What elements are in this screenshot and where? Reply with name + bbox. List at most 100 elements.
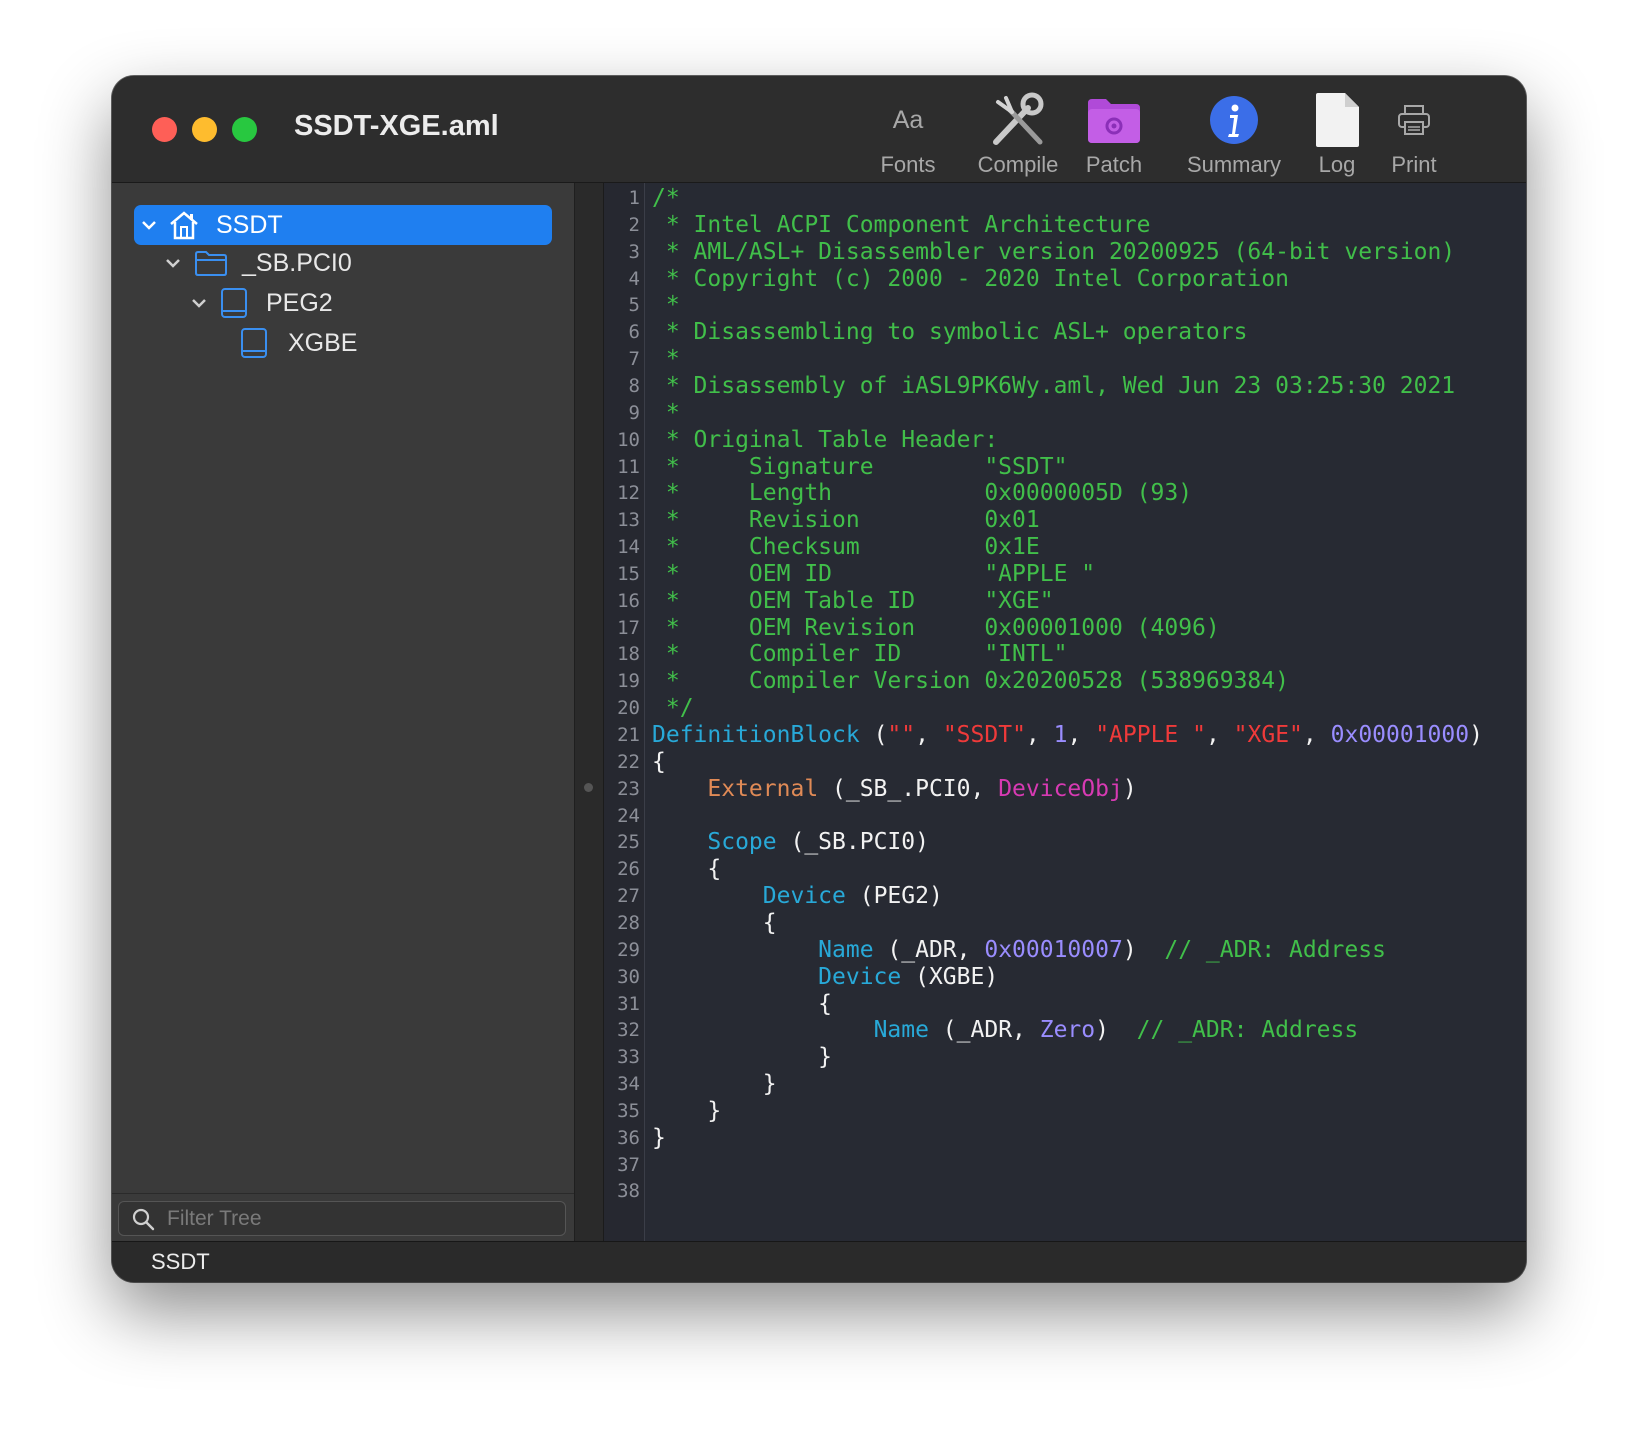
line-number: 1 [628,187,640,209]
code-line: * Intel ACPI Component Architecture [652,212,1151,238]
code-token: (_SB.PCI0) [776,829,929,856]
code-token: "SSDT" [942,722,1026,748]
tree-sidebar: SSDT _SB.PCI0 PEG2 XGBE Filter Tree [112,183,574,1242]
code-token: * Intel ACPI Component Architecture [652,211,1151,238]
code-line: * OEM Revision 0x00001000 (4096) [652,615,1220,641]
window-title: SSDT-XGE.aml [294,110,499,142]
code-token: 0x00010007 [984,936,1123,963]
print-button[interactable]: Print [1378,90,1450,178]
code-token: * Original Table Header: [652,426,999,453]
filter-tree-input[interactable] [165,1205,529,1232]
code-editor[interactable]: 1 2 3 4 5 6 7 8 9 10 11 12 13 14 15 16 17 18 19 20 21 22 23 24 2… [604,183,1526,1242]
drag-handle-icon[interactable] [584,783,593,792]
line-number: 5 [628,294,640,317]
tree-item-peg2[interactable]: PEG2 [188,283,333,323]
code-token: } [652,1124,666,1151]
split-view-handle[interactable] [575,183,604,1242]
code-token: * OEM Revision 0x00001000 (4096) [652,614,1220,641]
code-token: * Copyright (c) 2000 - 2020 Intel Corpor… [652,265,1289,292]
patch-button[interactable]: Patch [1078,90,1150,178]
code-line: /* [652,185,680,211]
code-line: * Copyright (c) 2000 - 2020 Intel Corpor… [652,266,1289,292]
code-line: * Disassembly of iASL9PK6Wy.aml, Wed Jun… [652,373,1455,399]
tree-item-label: _SB.PCI0 [242,248,352,277]
code-token: * Disassembling to symbolic ASL+ operato… [652,319,1248,346]
code-token: } [652,1097,722,1124]
chevron-down-icon[interactable] [138,220,160,230]
line-number: 19 [617,670,640,693]
code-token: External [707,775,819,802]
code-token: Name [873,1017,929,1044]
line-number-gutter: 1 2 3 4 5 6 7 8 9 10 11 12 13 14 15 16 17 18 19 20 21 22 23 24 2… [604,183,645,1242]
minimize-button[interactable] [192,117,217,142]
divider [112,1193,574,1194]
chevron-down-icon[interactable] [162,258,184,268]
compile-button[interactable]: Compile [970,90,1066,178]
line-number: 30 [617,965,640,988]
code-token: * AML/ASL+ Disassembler version 20200925… [652,238,1456,265]
log-button[interactable]: Log [1307,90,1367,178]
code-line: } [652,1098,721,1124]
line-number: 11 [617,455,640,478]
device-icon [240,327,268,359]
line-number: 38 [617,1180,640,1203]
device-icon [220,287,248,319]
close-button[interactable] [152,117,177,142]
code-token: Name [818,936,874,963]
house-icon [168,210,200,240]
tree-item-xgbe[interactable]: XGBE [240,323,357,363]
code-line: * [652,292,680,318]
code-line: * [652,400,680,426]
code-line: */ [652,695,694,721]
code-token: } [652,1044,833,1071]
wrench-screwdriver-icon [988,90,1048,150]
tree-item-sb-pci0[interactable]: _SB.PCI0 [162,243,352,283]
code-token: DeviceObj [998,775,1123,802]
app-window: SSDT-XGE.aml Aa Fonts Compile Patch Summ… [112,76,1526,1282]
code-line: * Original Table Header: [652,427,998,453]
code-token: (XGBE) [901,963,999,990]
line-number: 35 [617,1099,640,1122]
code-token: * Revision 0x01 [652,507,1040,534]
line-number: 22 [617,750,640,773]
tree-item-ssdt[interactable]: SSDT [134,205,552,245]
line-number: 3 [628,240,640,263]
code-line: * Compiler Version 0x20200528 (538969384… [652,668,1289,694]
code-line: * Signature "SSDT" [652,453,1068,480]
tree-item-label: SSDT [216,210,283,239]
line-number: 21 [617,724,640,746]
summary-button[interactable]: Summary [1182,90,1286,178]
code-token: * [652,399,680,426]
line-number: 4 [628,267,640,290]
code-token: * Length 0x0000005D (93) [652,480,1193,507]
line-number: 12 [617,482,640,505]
line-number: 31 [617,992,640,1015]
code-token: , [1025,722,1054,748]
chevron-down-icon[interactable] [188,298,210,308]
line-number: 24 [617,804,640,827]
line-number: 32 [617,1019,640,1042]
patch-folder-icon [1086,90,1142,150]
code-token: , [915,722,943,748]
code-line: DefinitionBlock ("", "SSDT", 1, "APPLE "… [652,722,1483,748]
code-token: * [652,292,680,319]
code-line: * Checksum 0x1E [652,534,1040,560]
code-line: Scope (_SB.PCI0) [652,829,929,855]
line-number: 6 [628,321,640,344]
fonts-icon: Aa [892,105,924,134]
zoom-button[interactable] [232,117,257,142]
line-number: 34 [617,1073,640,1096]
line-number: 17 [617,616,640,639]
tree-item-label: XGBE [288,328,358,357]
code-token: /* [652,185,680,211]
fonts-button[interactable]: Aa Fonts [872,90,944,178]
code-line: } [652,1071,777,1097]
code-token: // _ADR: Address [1136,1017,1359,1044]
code-token: , [1302,722,1331,748]
code-line: * AML/ASL+ Disassembler version 20200925… [652,239,1455,265]
code-token: * Signature "SSDT" [652,453,1068,480]
code-token: { [652,990,833,1017]
filter-field[interactable] [118,1201,566,1236]
